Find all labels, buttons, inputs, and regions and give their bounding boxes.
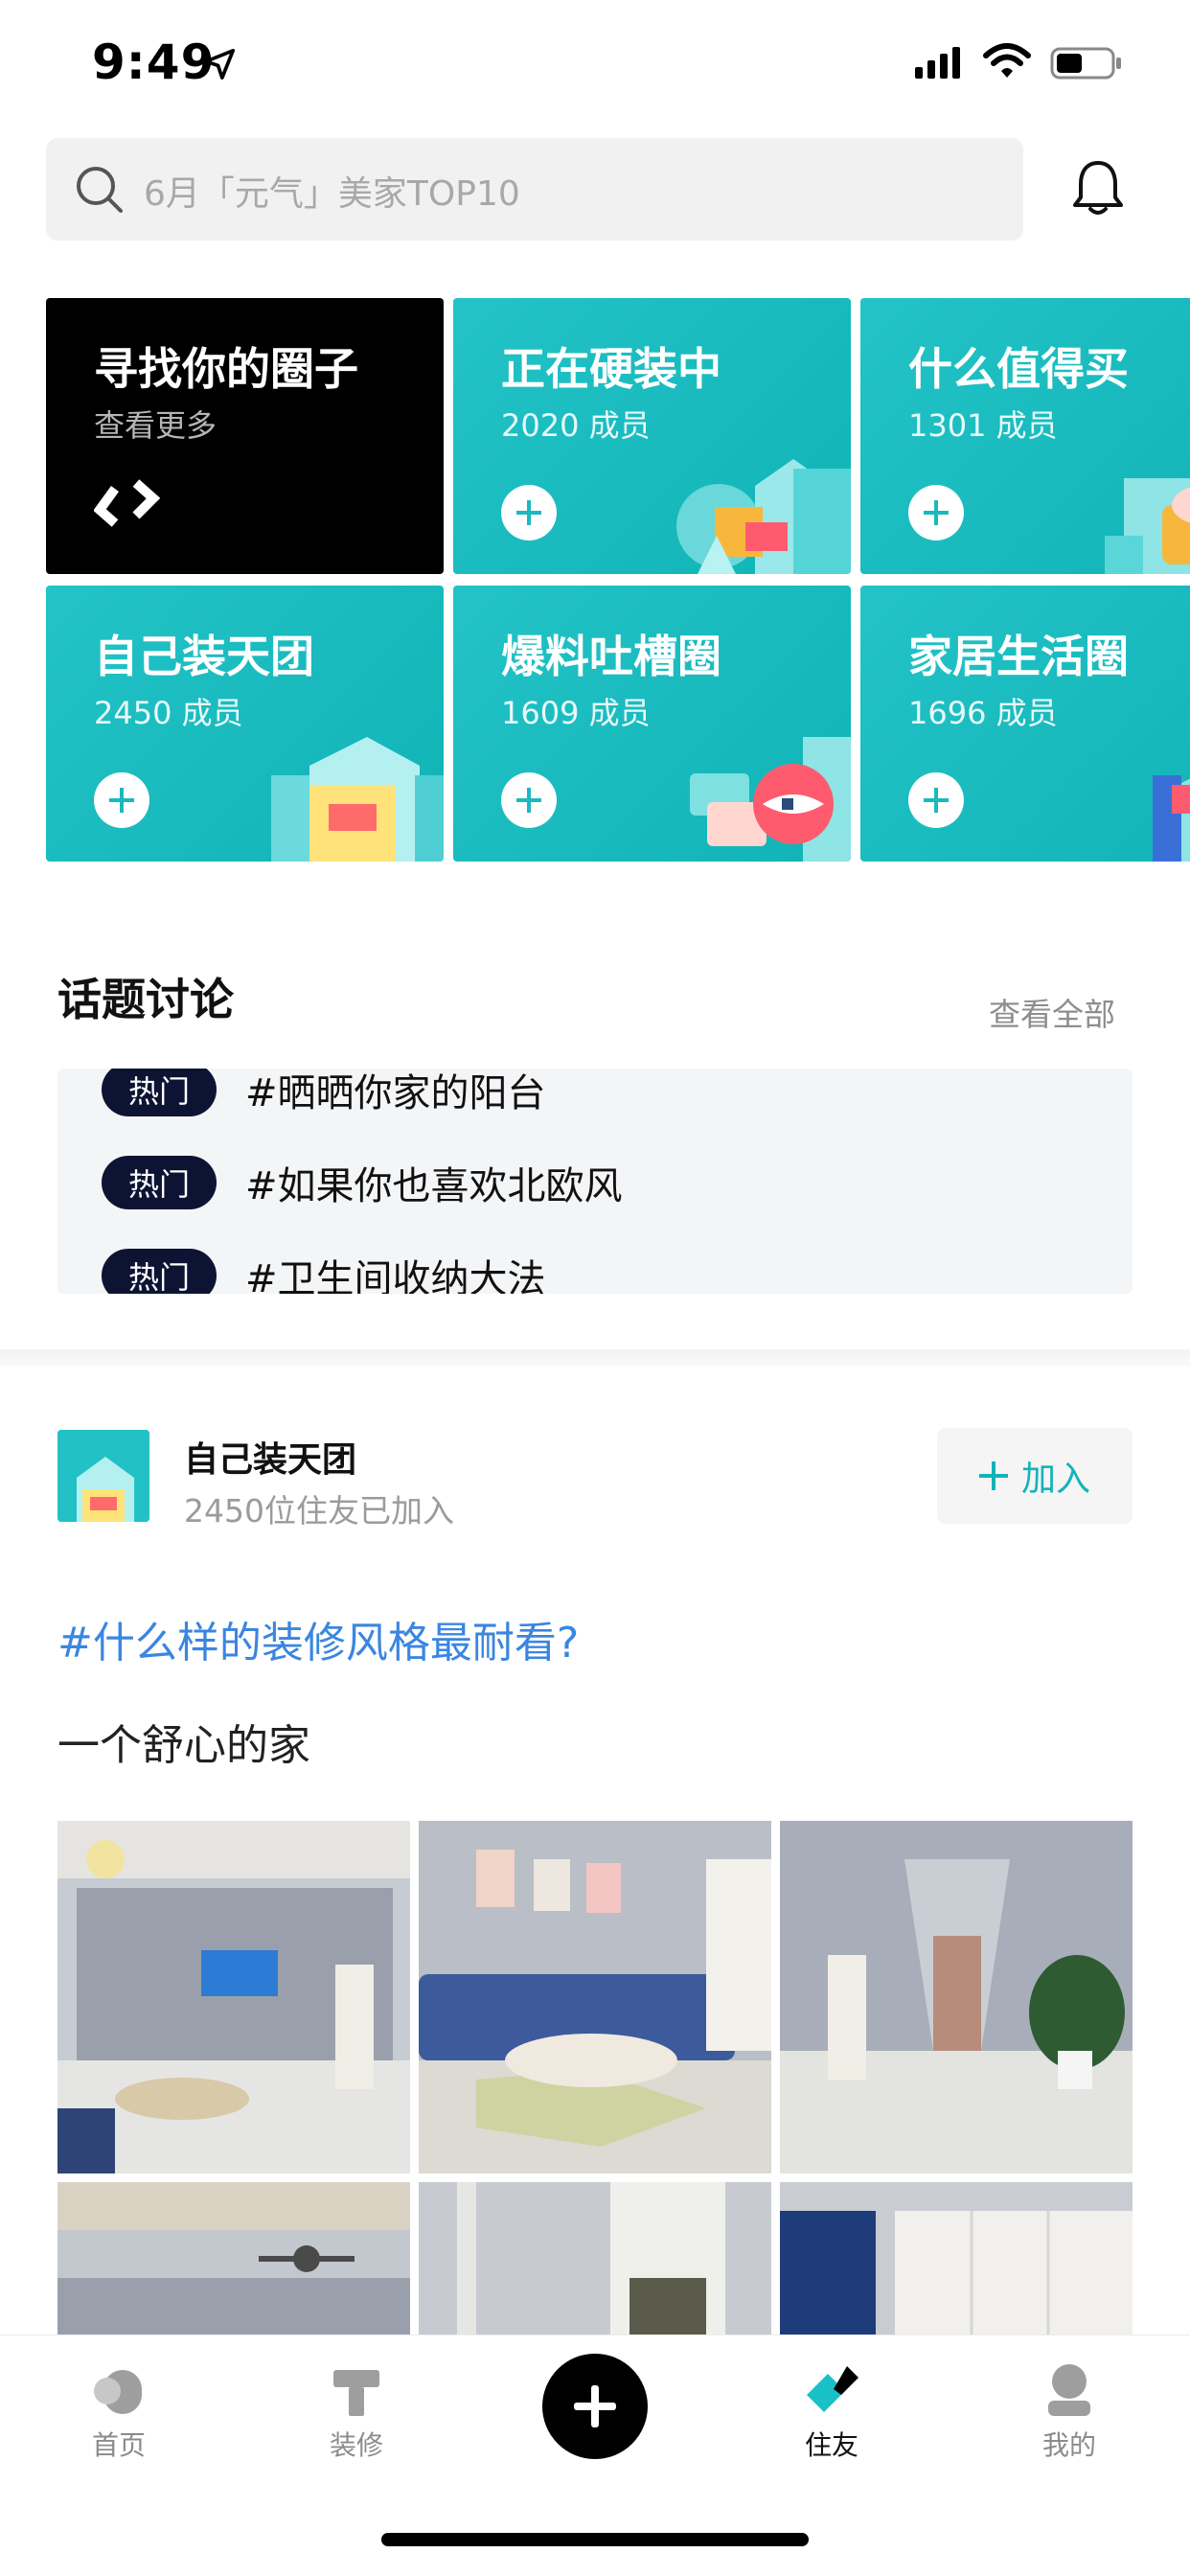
post-photo-grid — [57, 1821, 1133, 2338]
post-photo[interactable] — [57, 1821, 410, 2174]
card-title: 正在硬装中 — [501, 343, 721, 395]
topic-text: #晒晒你家的阳台 — [245, 1071, 546, 1116]
renovation-icon — [333, 2370, 379, 2416]
find-circle-card[interactable]: 寻找你的圈子 查看更多 — [46, 298, 444, 574]
chat-illustration — [690, 737, 851, 862]
view-all-link[interactable]: 查看全部 — [989, 989, 1115, 1035]
tab-community[interactable]: 住友 — [755, 2335, 908, 2461]
shopping-illustration — [1105, 478, 1190, 574]
card-subtitle: 1609 成员 — [501, 695, 651, 731]
card-title: 寻找你的圈子 — [94, 343, 358, 395]
tab-label: 装修 — [329, 2429, 383, 2461]
battery-icon — [1050, 47, 1121, 80]
post-photo[interactable] — [57, 2182, 410, 2338]
home-icon — [94, 2370, 142, 2414]
arrows-icon — [94, 479, 161, 527]
search-icon — [77, 167, 123, 213]
post-photo[interactable] — [419, 2182, 771, 2338]
section-divider — [0, 1349, 1190, 1367]
circle-card-worth-buying[interactable]: 什么值得买 1301 成员 — [860, 298, 1190, 574]
create-post-button[interactable] — [542, 2354, 648, 2459]
group-name[interactable]: 自己装天团 — [184, 1432, 356, 1482]
cellular-signal-icon — [915, 47, 960, 79]
card-subtitle: 2450 成员 — [94, 695, 243, 731]
join-plus-button[interactable] — [908, 772, 964, 828]
join-plus-button[interactable] — [94, 772, 149, 828]
wifi-icon — [983, 43, 1031, 78]
post-photo[interactable] — [780, 2182, 1133, 2338]
house-illustration — [271, 737, 444, 862]
card-title: 家居生活圈 — [908, 631, 1129, 682]
hot-badge: 热门 — [102, 1069, 217, 1116]
join-button[interactable]: 加入 — [937, 1428, 1133, 1524]
plus-icon — [978, 1461, 1008, 1490]
tab-home[interactable]: 首页 — [42, 2335, 195, 2461]
join-plus-button[interactable] — [501, 772, 557, 828]
search-placeholder: 6月「元气」美家TOP10 — [144, 174, 520, 214]
circle-card-gossip[interactable]: 爆料吐槽圈 1609 成员 — [453, 586, 851, 862]
home-indicator — [381, 2533, 809, 2546]
group-avatar-image — [57, 1430, 149, 1522]
topic-item[interactable]: 热门 #晒晒你家的阳台 — [102, 1069, 546, 1118]
status-bar: 9:49 — [0, 0, 1190, 125]
profile-icon — [1048, 2364, 1090, 2416]
notification-bell-icon[interactable] — [1069, 157, 1127, 218]
tab-profile[interactable]: 我的 — [993, 2335, 1146, 2461]
card-subtitle: 2020 成员 — [501, 407, 651, 444]
join-plus-button[interactable] — [908, 485, 964, 540]
circle-card-home-life[interactable]: 家居生活圈 1696 成员 — [860, 586, 1190, 862]
topic-item[interactable]: 热门 #卫生间收纳大法 — [102, 1247, 546, 1294]
card-subtitle: 1301 成员 — [908, 407, 1058, 444]
card-title: 什么值得买 — [908, 343, 1129, 395]
circle-card-hardinstall[interactable]: 正在硬装中 2020 成员 — [453, 298, 851, 574]
join-label: 加入 — [1020, 1460, 1090, 1499]
topics-section-title: 话题讨论 — [57, 974, 234, 1025]
tab-label: 我的 — [1041, 2429, 1096, 2461]
card-subtitle: 查看更多 — [94, 407, 217, 444]
status-time: 9:49 — [92, 34, 216, 90]
living-illustration — [1153, 775, 1190, 862]
location-arrow-icon — [203, 48, 236, 80]
post-photo[interactable] — [419, 1821, 771, 2174]
card-title: 自己装天团 — [94, 631, 314, 682]
tab-label: 首页 — [91, 2429, 146, 2461]
post-photo[interactable] — [780, 1821, 1133, 2174]
group-avatar[interactable] — [57, 1430, 149, 1522]
circle-card-diy-team[interactable]: 自己装天团 2450 成员 — [46, 586, 444, 862]
topics-carousel[interactable]: 热门 #晒晒你家的阳台 热门 #如果你也喜欢北欧风 热门 #卫生间收纳大法 — [57, 1069, 1133, 1294]
hot-badge: 热门 — [102, 1156, 217, 1209]
topic-text: #如果你也喜欢北欧风 — [245, 1164, 623, 1208]
card-title: 爆料吐槽圈 — [501, 631, 721, 682]
post-topic-link[interactable]: #什么样的装修风格最耐看? — [57, 1608, 579, 1669]
house-illustration — [676, 459, 851, 574]
join-plus-button[interactable] — [501, 485, 557, 540]
post-title[interactable]: 一个舒心的家 — [57, 1711, 310, 1772]
topic-item[interactable]: 热门 #如果你也喜欢北欧风 — [102, 1154, 623, 1211]
community-icon — [807, 2366, 858, 2412]
topic-text: #卫生间收纳大法 — [245, 1257, 546, 1294]
search-input[interactable]: 6月「元气」美家TOP10 — [46, 138, 1023, 241]
tab-renovation[interactable]: 装修 — [280, 2335, 433, 2461]
circles-grid: 寻找你的圈子 查看更多 正在硬装中 2020 成员 什么值得买 1301 成员 — [46, 298, 1190, 863]
card-subtitle: 1696 成员 — [908, 695, 1058, 731]
hot-badge: 热门 — [102, 1249, 217, 1294]
tab-label: 住友 — [804, 2429, 858, 2461]
group-member-count: 2450位住友已加入 — [184, 1492, 454, 1530]
